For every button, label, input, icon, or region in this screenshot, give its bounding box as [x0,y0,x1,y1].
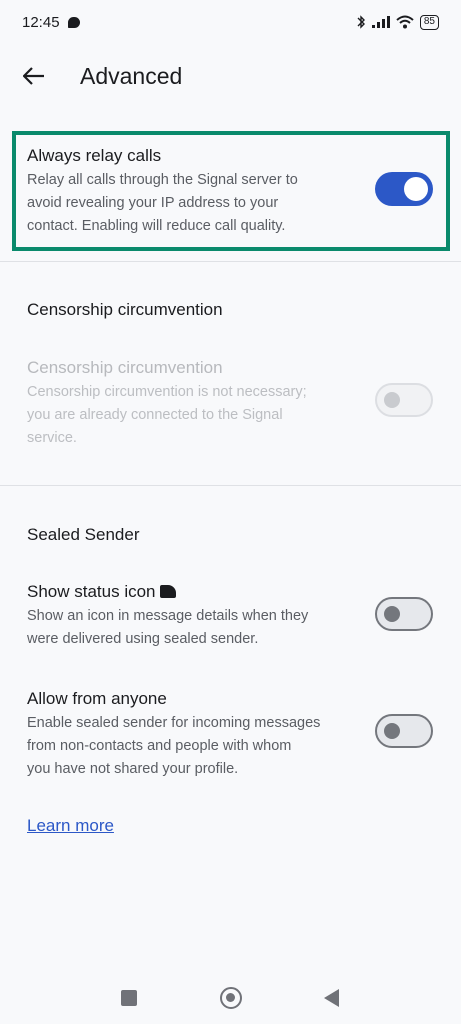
page-title: Advanced [80,62,183,89]
signal-icon [371,16,390,28]
learn-more-link[interactable]: Learn more [27,816,114,836]
arrow-left-icon [23,67,44,85]
battery-indicator: 85 [419,14,439,30]
setting-title: Always relay calls [27,146,162,165]
system-nav-bar [0,976,461,1020]
show-status-icon-toggle[interactable] [375,597,433,631]
section-header-sealed-sender: Sealed Sender [27,525,140,544]
sealed-sender-icon [159,585,176,598]
setting-description: Censorship circumvention is not necessar… [27,384,307,446]
back-button[interactable] [18,60,50,92]
system-back-button[interactable] [324,989,339,1007]
setting-title: Censorship circumvention [27,358,223,377]
app-bar: Advanced [0,48,461,104]
bluetooth-icon [357,15,365,29]
setting-description: Enable sealed sender for incoming messag… [27,715,321,777]
status-bar: 12:45 85 [0,0,461,44]
setting-title: Show status icon [27,581,347,603]
status-icons: 85 [356,14,439,30]
setting-description: Relay all calls through the Signal serve… [27,172,298,234]
clock: 12:45 [22,13,60,31]
censorship-circumvention-toggle [375,383,433,417]
recents-button[interactable] [121,990,137,1006]
home-button[interactable] [220,987,242,1009]
divider [0,485,461,486]
wifi-icon [396,15,414,29]
section-header-censorship: Censorship circumvention [27,300,223,319]
setting-description: Show an icon in message details when the… [27,608,309,647]
divider [0,261,461,262]
always-relay-calls-toggle[interactable] [375,172,433,206]
allow-from-anyone-toggle[interactable] [375,714,433,748]
setting-title: Allow from anyone [27,689,167,708]
message-notification-icon [67,16,80,28]
